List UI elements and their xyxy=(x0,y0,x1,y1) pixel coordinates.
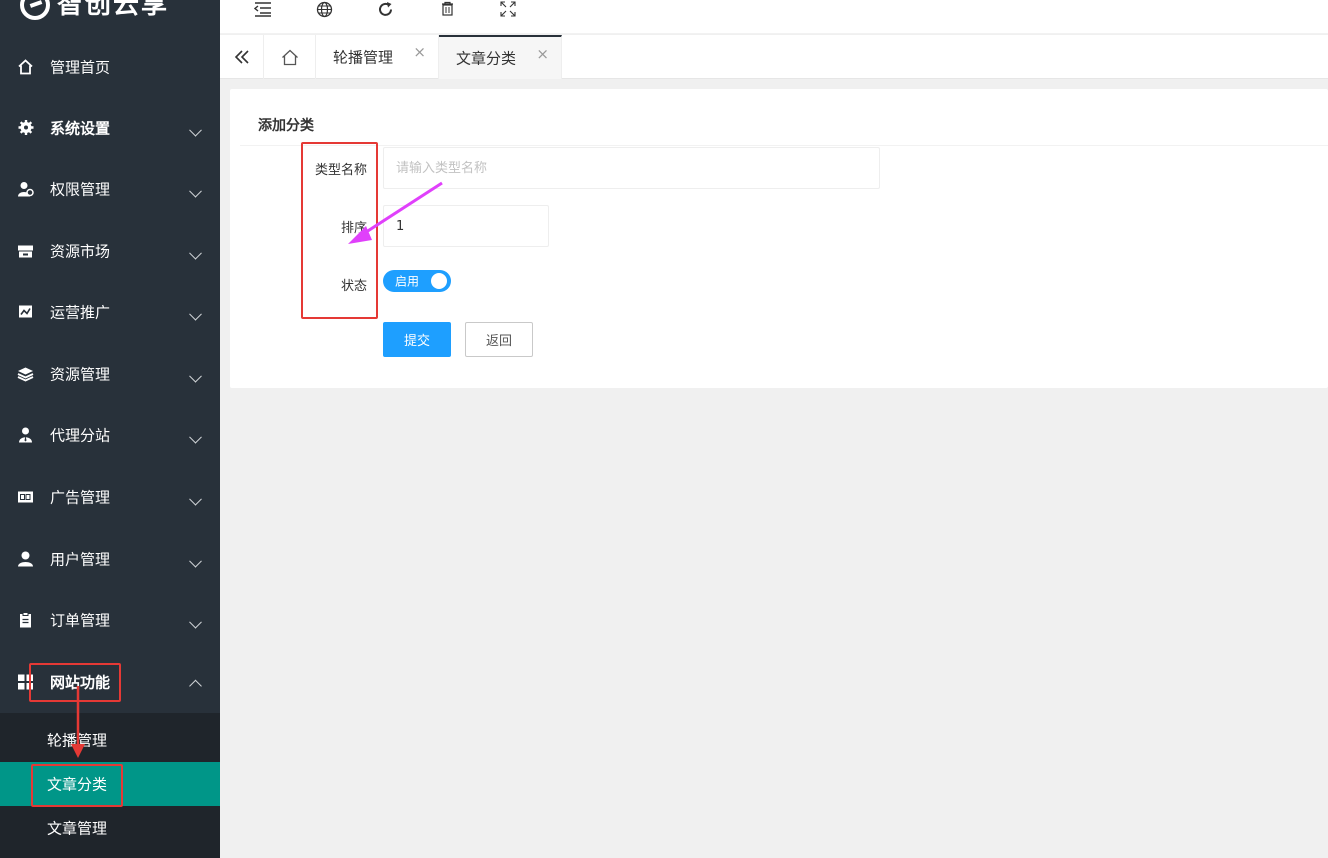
sidebar-item-label: 订单管理 xyxy=(50,611,111,629)
category-name-input[interactable] xyxy=(383,147,880,189)
page-title: 添加分类 xyxy=(258,118,314,134)
user-icon xyxy=(17,550,34,567)
trash-icon[interactable] xyxy=(435,0,459,18)
logo: 智创云享 xyxy=(0,0,220,34)
sidebar-item-ads[interactable]: 广告管理 xyxy=(0,466,220,527)
sidebar-item-label: 管理首页 xyxy=(50,58,111,76)
divider xyxy=(240,145,1328,146)
sidebar-item-promotion[interactable]: 运营推广 xyxy=(0,281,220,342)
back-button[interactable]: 返回 xyxy=(465,322,533,357)
sidebar-item-label: 资源管理 xyxy=(50,365,111,383)
tab-carousel[interactable]: 轮播管理 × xyxy=(316,35,439,79)
sidebar-item-label: 广告管理 xyxy=(50,488,111,506)
menu-collapse-icon[interactable] xyxy=(251,0,275,18)
sidebar-item-label: 用户管理 xyxy=(50,550,111,568)
sidebar-item-permissions[interactable]: 权限管理 xyxy=(0,158,220,219)
sidebar-item-system[interactable]: 系统设置 xyxy=(0,97,220,158)
tab-article-category[interactable]: 文章分类 × xyxy=(439,35,562,79)
sidebar-item-label: 系统设置 xyxy=(50,119,111,137)
chevron-down-icon xyxy=(189,184,202,198)
chevron-down-icon xyxy=(189,246,202,260)
chevron-down-icon xyxy=(189,307,202,321)
tab-label: 轮播管理 xyxy=(333,48,394,67)
annotation-box-website xyxy=(29,663,121,702)
switch-knob xyxy=(431,273,447,289)
close-icon[interactable]: × xyxy=(413,43,426,61)
refresh-icon[interactable] xyxy=(373,0,397,18)
tab-home[interactable] xyxy=(264,35,316,79)
tab-bar: 轮播管理 × 文章分类 × xyxy=(220,35,1328,79)
status-switch[interactable]: 启用 xyxy=(383,270,451,292)
close-icon[interactable]: × xyxy=(536,45,549,63)
store-icon xyxy=(17,242,34,259)
submenu-item-label: 轮播管理 xyxy=(47,731,108,750)
home-icon xyxy=(17,58,34,75)
sidebar-item-users[interactable]: 用户管理 xyxy=(0,528,220,589)
sidebar-item-label: 资源市场 xyxy=(50,242,111,260)
globe-icon[interactable] xyxy=(312,0,336,18)
annotation-box-category xyxy=(31,764,123,807)
sidebar-item-label: 运营推广 xyxy=(50,303,111,321)
ad-icon xyxy=(17,488,34,505)
fullscreen-icon[interactable] xyxy=(496,0,520,18)
tab-label: 文章分类 xyxy=(456,49,517,68)
gear-icon xyxy=(17,119,34,136)
switch-text: 启用 xyxy=(395,274,420,289)
form-card: 添加分类 类型名称 排序 状态 启用 提交 返回 xyxy=(230,89,1328,388)
submenu-item-carousel[interactable]: 轮播管理 xyxy=(0,718,220,762)
sidebar-item-label: 代理分站 xyxy=(50,426,111,444)
top-toolbar xyxy=(220,0,1328,34)
sort-input[interactable] xyxy=(383,205,549,247)
chevron-down-icon xyxy=(189,615,202,629)
layers-icon xyxy=(17,365,34,382)
chevron-down-icon xyxy=(189,369,202,383)
sidebar-item-agent[interactable]: 代理分站 xyxy=(0,404,220,465)
logo-icon xyxy=(20,0,50,20)
home-icon xyxy=(281,49,298,65)
chevron-down-icon xyxy=(189,123,202,137)
submenu-item-label: 文章管理 xyxy=(47,819,108,838)
sidebar-item-label: 权限管理 xyxy=(50,180,111,198)
annotation-box-labels xyxy=(301,142,378,319)
sidebar-item-home[interactable]: 管理首页 xyxy=(0,36,220,97)
logo-text: 智创云享 xyxy=(57,0,170,20)
sidebar-item-orders[interactable]: 订单管理 xyxy=(0,589,220,650)
clipboard-icon xyxy=(17,611,34,628)
chevron-up-icon xyxy=(189,679,202,692)
double-chevron-left-icon xyxy=(234,50,249,64)
agent-icon xyxy=(17,426,34,443)
sidebar: 智创云享 管理首页 系统设置 权限管理 资源市场 运营推广 资源管理 代理分站 … xyxy=(0,0,220,858)
submenu-item-articles[interactable]: 文章管理 xyxy=(0,806,220,850)
chevron-down-icon xyxy=(189,492,202,506)
chevron-down-icon xyxy=(189,554,202,568)
user-lock-icon xyxy=(17,180,34,197)
tabs-scroll-left-button[interactable] xyxy=(220,35,264,79)
chevron-down-icon xyxy=(189,430,202,444)
sidebar-item-resources[interactable]: 资源管理 xyxy=(0,343,220,404)
chart-icon xyxy=(17,303,34,320)
submit-button[interactable]: 提交 xyxy=(383,322,451,357)
sidebar-item-market[interactable]: 资源市场 xyxy=(0,220,220,281)
